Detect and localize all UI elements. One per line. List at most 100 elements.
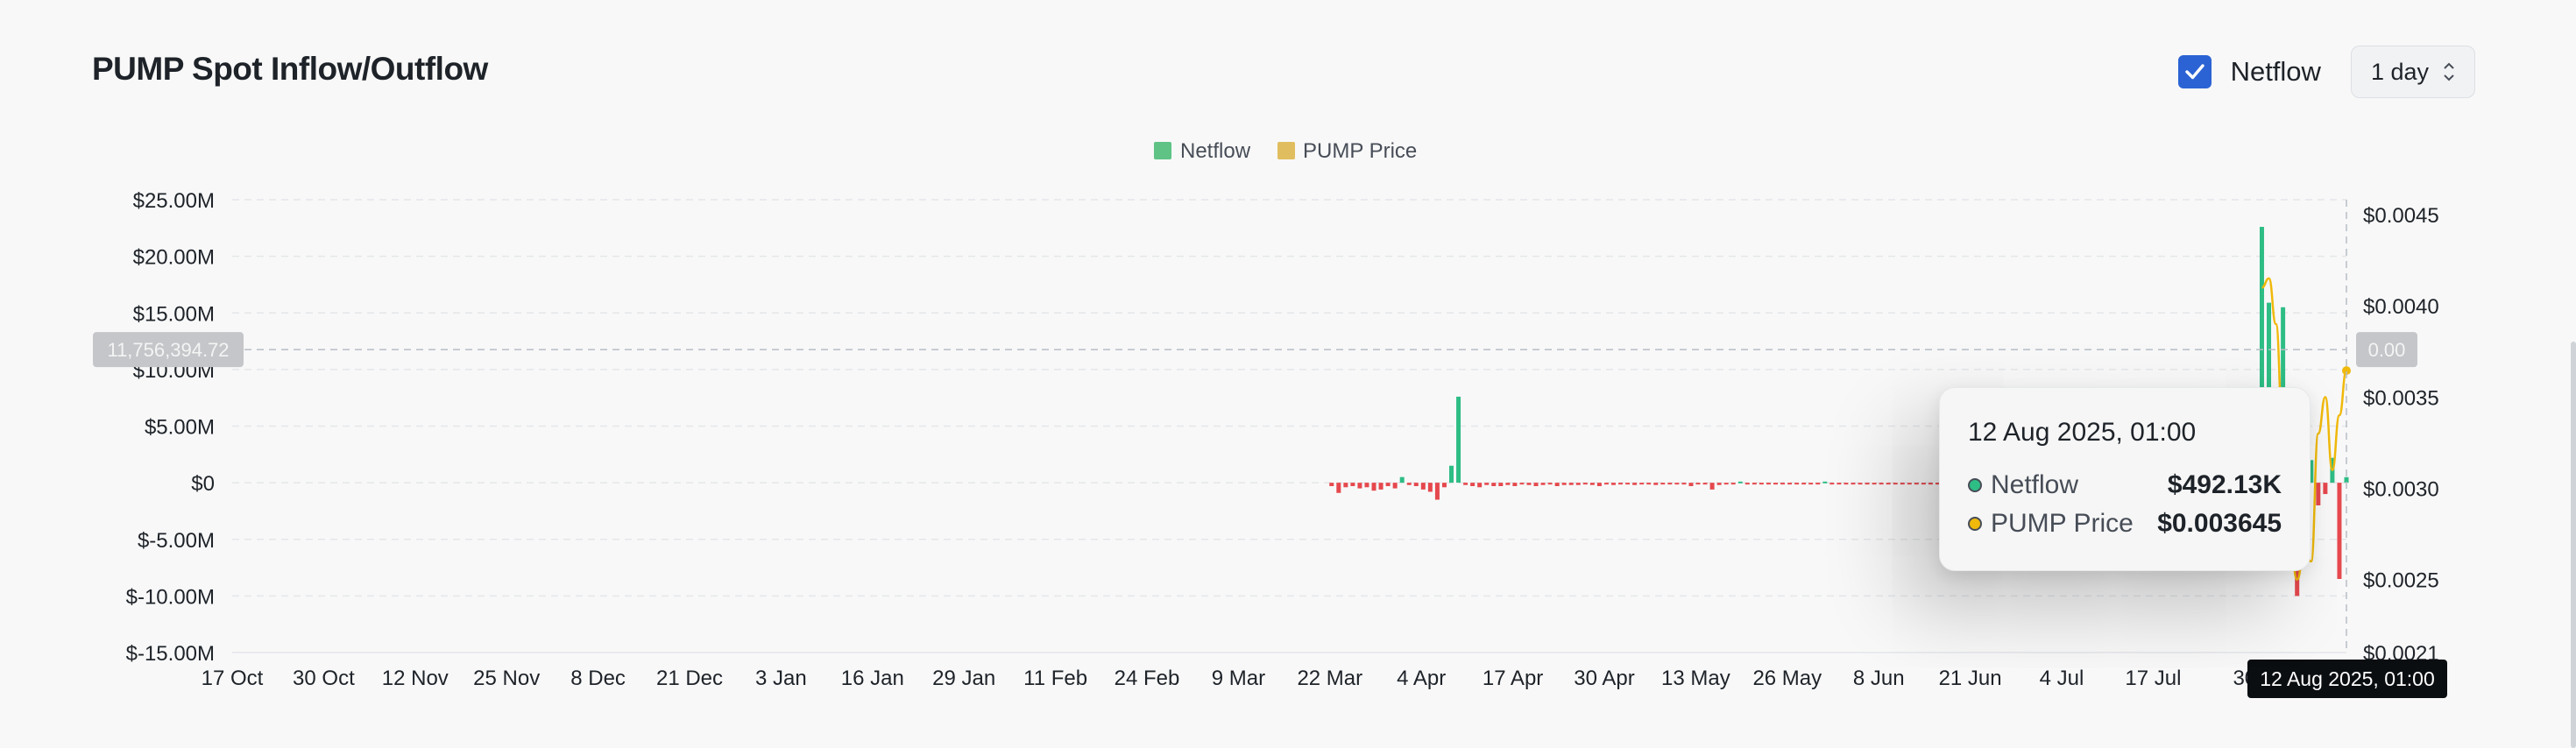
x-tick-label: 4 Apr	[1397, 667, 1446, 690]
x-axis: 17 Oct 30 Oct 12 Nov 25 Nov 8 Dec 21 Dec 3 Jan…	[202, 667, 2257, 690]
chart-legend: Netflow PUMP Price	[1154, 139, 1417, 163]
netflow-bar	[1829, 483, 1835, 485]
x-tick-label: 22 Mar	[1297, 667, 1362, 690]
netflow-bar	[1491, 483, 1497, 487]
legend-netflow-label[interactable]: Netflow	[1180, 139, 1251, 163]
netflow-bar	[1399, 476, 1405, 483]
tooltip-row-netflow: Netflow $492.13K	[1968, 470, 2282, 500]
y-right-tick-label: $0.0035	[2363, 386, 2439, 410]
netflow-bar	[1336, 483, 1341, 493]
netflow-bar	[1470, 483, 1476, 487]
netflow-bar	[1378, 483, 1384, 490]
netflow-bar	[1547, 483, 1553, 485]
tooltip-row-price: PUMP Price $0.003645	[1968, 509, 2282, 539]
x-tick-label: 30 Apr	[1574, 667, 1634, 690]
y-left-tick-label: $15.00M	[133, 302, 215, 326]
netflow-bar	[1371, 483, 1376, 491]
netflow-bar	[1343, 483, 1348, 488]
tooltip-row-name: Netflow	[1991, 470, 2079, 499]
netflow-bar	[1632, 483, 1638, 485]
netflow-bar	[1879, 483, 1884, 485]
crosshair-x-label: 12 Aug 2025, 01:00	[2260, 667, 2435, 690]
netflow-bar	[1610, 483, 1616, 485]
netflow-bar	[1808, 483, 1814, 485]
netflow-bar	[1413, 483, 1419, 487]
netflow-bar	[1872, 483, 1877, 485]
x-tick-label: 25 Nov	[473, 667, 540, 690]
netflow-bar	[1441, 483, 1447, 488]
y-axis-right: $0.0045$0.0040$0.0035$0.0030$0.0025$0.00…	[2363, 204, 2439, 666]
netflow-bar	[1350, 483, 1355, 487]
legend-netflow-swatch	[1154, 142, 1171, 159]
netflow-bar	[1674, 483, 1680, 485]
y-right-tick-label: $0.0045	[2363, 204, 2439, 228]
netflow-bar	[1456, 396, 1461, 483]
y-left-tick-label: $0	[191, 472, 215, 496]
x-tick-label: 17 Jul	[2125, 667, 2181, 690]
x-tick-label: 4 Jul	[2040, 667, 2084, 690]
netflow-bar	[1477, 483, 1483, 488]
netflow-bar	[1589, 483, 1595, 485]
netflow-bar	[1603, 483, 1609, 485]
netflow-bar	[1695, 483, 1701, 485]
netflow-bar	[1836, 483, 1842, 485]
netflow-bar	[1907, 483, 1912, 485]
netflow-bar	[2337, 483, 2342, 579]
netflow-bar	[1498, 483, 1504, 487]
netflow-dot-icon	[1968, 478, 1982, 492]
netflow-bar	[1928, 483, 1933, 485]
y-left-tick-label: $5.00M	[145, 416, 215, 440]
page-scrollbar[interactable]	[2571, 342, 2576, 748]
y-left-tick-label: $-5.00M	[138, 529, 215, 553]
crosshair-y-left-label: 11,756,394.72	[107, 339, 229, 361]
netflow-bar	[1406, 483, 1412, 485]
netflow-bar	[1660, 483, 1666, 485]
x-tick-label: 8 Jun	[1853, 667, 1905, 690]
netflow-bar	[1723, 483, 1729, 485]
y-axis-left: $25.00M$20.00M$15.00M$10.00M$5.00M$0$-5.…	[126, 189, 215, 666]
netflow-bar	[1752, 483, 1757, 485]
netflow-bar	[1505, 483, 1511, 485]
x-tick-label: 16 Jan	[841, 667, 904, 690]
netflow-bar	[1533, 483, 1539, 487]
tooltip-row-value: $492.13K	[2167, 470, 2282, 499]
netflow-bar	[1575, 483, 1581, 485]
netflow-bar	[1787, 483, 1793, 485]
netflow-bar	[1815, 483, 1821, 485]
y-right-tick-label: $0.0030	[2363, 478, 2439, 502]
netflow-bar	[1716, 483, 1722, 485]
tooltip-row-value: $0.003645	[2157, 509, 2282, 538]
y-left-tick-label: $25.00M	[133, 189, 215, 213]
legend-price-label[interactable]: PUMP Price	[1303, 139, 1417, 163]
netflow-bar	[1900, 483, 1905, 485]
x-tick-label: 17 Apr	[1483, 667, 1543, 690]
netflow-bar	[1420, 483, 1426, 490]
netflow-bar	[1364, 483, 1369, 488]
netflow-bar	[1822, 481, 1828, 483]
chart-tooltip: 12 Aug 2025, 01:00 Netflow $492.13K PUMP…	[1939, 387, 2311, 571]
x-tick-label: 21 Jun	[1939, 667, 2002, 690]
netflow-bar	[1893, 483, 1898, 485]
netflow-bar	[1596, 483, 1602, 487]
netflow-bar	[1519, 483, 1525, 485]
netflow-bar	[1582, 483, 1588, 485]
netflow-bar	[1780, 483, 1786, 485]
netflow-bar	[1709, 483, 1715, 490]
netflow-bar	[1886, 483, 1891, 485]
netflow-bar	[1681, 483, 1687, 485]
netflow-bar	[1561, 483, 1567, 485]
legend-price-swatch	[1277, 142, 1295, 159]
x-tick-label: 30 Oct	[293, 667, 355, 690]
netflow-bar	[1744, 483, 1750, 485]
netflow-bar	[1667, 483, 1673, 485]
x-tick-label: 29 Jan	[932, 667, 995, 690]
x-tick-label: 24 Feb	[1115, 667, 1180, 690]
x-tick-label: 13 May	[1661, 667, 1730, 690]
netflow-bar	[1392, 483, 1398, 489]
netflow-bar	[1858, 483, 1863, 485]
x-tick-label: 12 Nov	[382, 667, 449, 690]
y-right-tick-label: $0.0040	[2363, 295, 2439, 319]
netflow-bar	[1766, 483, 1771, 485]
x-tick-label: 8 Dec	[570, 667, 626, 690]
netflow-bar	[1759, 483, 1764, 485]
